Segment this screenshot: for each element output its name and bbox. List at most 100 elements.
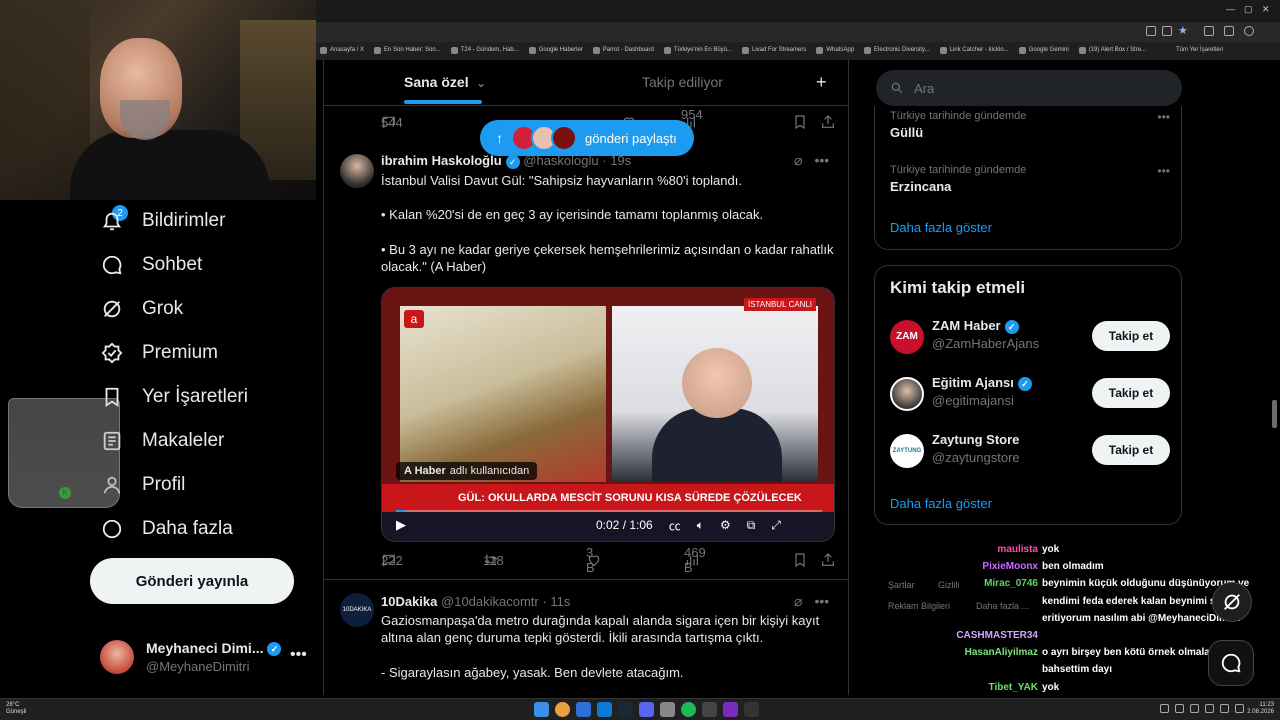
tray-icon[interactable] — [1160, 704, 1169, 713]
like-button[interactable]: 3 B — [586, 545, 602, 575]
follow-suggestion[interactable]: ZAYTUNG Zaytung Store @zaytungstore Taki… — [890, 432, 1170, 472]
discord-icon[interactable] — [639, 702, 654, 717]
bookmark-item[interactable]: Livad For Streamers — [742, 46, 806, 54]
nav-item-notifications[interactable]: Bildirimler — [100, 201, 225, 241]
trend-item[interactable]: Türkiye tarihinde gündemde Erzincana ••• — [890, 164, 1170, 194]
bookmark-button[interactable] — [792, 552, 808, 568]
app-icon[interactable] — [576, 702, 591, 717]
grok-floating-button[interactable] — [1212, 582, 1252, 622]
app-icon[interactable] — [702, 702, 717, 717]
show-more-suggestions-link[interactable]: Daha fazla göster — [890, 496, 992, 511]
fullscreen-icon[interactable]: ⤢ — [771, 518, 781, 533]
new-posts-pill[interactable]: ↑ gönderi paylaştı — [480, 120, 694, 156]
bookmark-item[interactable]: Link Catcher - kicklo... — [939, 46, 1009, 54]
bookmark-button[interactable] — [792, 114, 808, 130]
app-icon[interactable] — [744, 702, 759, 717]
close-icon[interactable]: ✕ — [1262, 4, 1270, 15]
downloads-icon[interactable] — [1224, 26, 1234, 36]
grok-explain-icon[interactable]: ⌀ — [794, 152, 802, 169]
maximize-icon[interactable]: ▢ — [1244, 4, 1253, 15]
follow-suggestion[interactable]: Eğitim Ajansı ✓ @egitimajansi Takip et — [890, 375, 1170, 415]
video-channel-label[interactable]: A Haber adlı kullanıcıdan — [396, 462, 538, 480]
follow-button[interactable]: Takip et — [1092, 321, 1170, 351]
account-switcher[interactable]: Meyhaneci Dimi... ✓ @MeyhaneDimitri ••• — [100, 638, 315, 678]
tweet-author-handle[interactable]: @10dakikacomtr — [441, 594, 539, 609]
avatar[interactable]: 10DAKIKA — [340, 593, 374, 627]
tweet-more-icon[interactable]: ••• — [814, 152, 829, 169]
grok-explain-icon[interactable]: ⌀ — [794, 593, 802, 610]
tray-icon[interactable] — [1220, 704, 1229, 713]
post-button[interactable]: Gönderi yayınla — [90, 558, 294, 604]
pip-icon[interactable]: ⧉ — [747, 518, 756, 533]
taskbar-clock[interactable]: 11:23 2.08.2026 — [1238, 702, 1274, 716]
tweet[interactable]: 10DAKIKA 10Dakika @10dakikacomtr · 11s ⌀… — [324, 581, 848, 695]
chrome-icon[interactable] — [555, 702, 570, 717]
search-input[interactable]: Ara — [876, 70, 1182, 106]
tweet-author-name[interactable]: ibrahim Haskoloğlu — [381, 153, 502, 168]
tweet-more-icon[interactable]: ••• — [814, 593, 829, 610]
nav-item-grok[interactable]: Grok — [100, 289, 183, 329]
avatar[interactable] — [340, 154, 374, 188]
bookmark-item[interactable]: Anasayfa / X — [320, 46, 364, 54]
reply-button[interactable]: 222 — [381, 552, 403, 568]
weather-widget[interactable]: 28°C Güneşli — [6, 702, 26, 716]
nav-item-premium[interactable]: Premium — [100, 333, 218, 373]
page-scrollbar[interactable] — [1272, 400, 1277, 428]
all-bookmarks-button[interactable]: Tüm Yer İşaretleri — [1176, 47, 1223, 53]
nav-item-chat[interactable]: Sohbet — [100, 245, 202, 285]
avatar[interactable]: ZAM — [890, 320, 924, 354]
captions-icon[interactable]: ㏄ — [669, 517, 681, 534]
app-icon[interactable] — [660, 702, 675, 717]
star-icon[interactable]: ★ — [1178, 24, 1188, 37]
tweet[interactable]: ibrahim Haskoloğlu ✓ @haskologlu · 19s ⌀ … — [324, 142, 848, 580]
bookmark-item[interactable]: Google Haberler — [528, 46, 583, 54]
follow-button[interactable]: Takip et — [1092, 378, 1170, 408]
bookmark-item[interactable]: Electronic Diversity... — [864, 46, 930, 54]
bookmark-item[interactable]: Parrot - Dashboard — [592, 46, 654, 54]
bookmark-item[interactable]: (19) Alert Box / Stre... — [1078, 46, 1146, 54]
avatar[interactable] — [890, 377, 924, 411]
bookmark-item[interactable]: Türkiye'nin En Büyü... — [663, 46, 732, 54]
spotify-icon[interactable] — [681, 702, 696, 717]
repost-button[interactable]: 118 — [483, 552, 504, 568]
settings-gear-icon[interactable]: ⚙ — [720, 518, 731, 532]
messages-floating-button[interactable] — [1208, 640, 1254, 686]
share-button[interactable] — [820, 552, 836, 568]
views-button[interactable]: 469 B — [684, 545, 706, 575]
start-icon[interactable] — [534, 702, 549, 717]
bookmark-item[interactable]: En Son Haber: Son... — [374, 46, 441, 54]
app-icon[interactable] — [723, 702, 738, 717]
nav-item-more[interactable]: Daha fazla — [100, 509, 233, 549]
avatar[interactable]: ZAYTUNG — [890, 434, 924, 468]
follow-suggestion[interactable]: ZAM ZAM Haber ✓ @ZamHaberAjans Takip et — [890, 318, 1170, 358]
share-button[interactable] — [820, 114, 836, 130]
bookmark-item[interactable]: Google Gemini — [1018, 46, 1069, 54]
tweet-time[interactable]: · 11s — [542, 594, 570, 609]
tray-icon[interactable] — [1205, 704, 1214, 713]
tweet-author-name[interactable]: 10Dakika — [381, 594, 437, 609]
tray-icon[interactable] — [1190, 704, 1199, 713]
video-progress-bar[interactable] — [396, 510, 822, 512]
nav-item-bookmarks[interactable]: Yer İşaretleri — [100, 377, 248, 417]
tab-following[interactable]: Takip ediliyor — [642, 74, 723, 90]
tweet-video[interactable]: a İSTANBUL CANLI A Haber adlı kullanıcıd… — [381, 287, 835, 542]
bookmark-item[interactable]: WhatsApp — [816, 46, 854, 54]
profile-avatar-icon[interactable] — [1244, 26, 1254, 36]
tray-icon[interactable] — [1175, 704, 1184, 713]
app-icon[interactable] — [597, 702, 612, 717]
reply-button[interactable]: 544 — [381, 114, 403, 130]
tab-for-you[interactable]: Sana özel ⌄ — [404, 74, 486, 104]
trend-item[interactable]: Türkiye tarihinde gündemde Güllü ••• — [890, 110, 1170, 140]
add-feed-button[interactable]: + — [816, 72, 827, 93]
extensions-icon[interactable] — [1204, 26, 1214, 36]
minimize-icon[interactable]: — — [1226, 4, 1235, 14]
zoom-icon[interactable] — [1146, 26, 1156, 36]
trend-more-icon[interactable]: ••• — [1157, 164, 1170, 178]
steam-icon[interactable] — [618, 702, 633, 717]
follow-button[interactable]: Takip et — [1092, 435, 1170, 465]
play-icon[interactable]: ▶ — [396, 517, 406, 533]
bookmark-item[interactable]: T24 - Gündem, Hab... — [450, 46, 519, 54]
account-more-icon[interactable]: ••• — [290, 646, 307, 664]
volume-icon[interactable]: 🔈︎ — [697, 518, 704, 533]
trend-more-icon[interactable]: ••• — [1157, 110, 1170, 124]
